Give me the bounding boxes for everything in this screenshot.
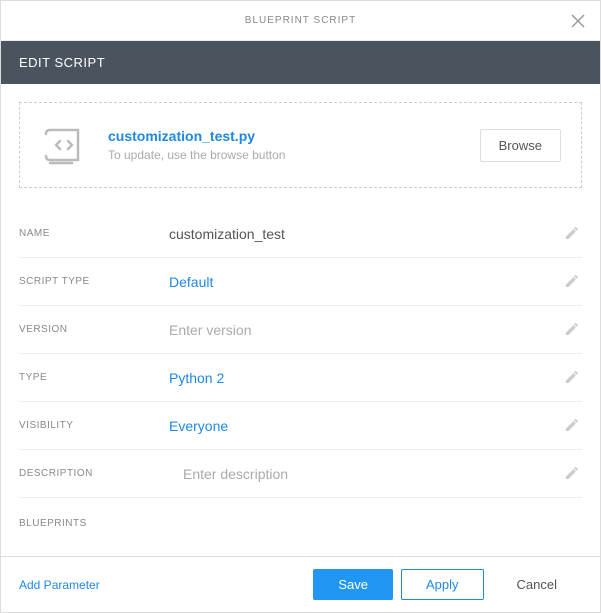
content-area[interactable]: customization_test.py To update, use the… [1,84,600,556]
pencil-icon [564,369,580,385]
edit-type-button[interactable] [564,369,582,387]
label-visibility: VISIBILITY [19,420,169,431]
blueprint-script-dialog: BLUEPRINT SCRIPT EDIT SCRIPT customizati… [0,0,601,613]
pencil-icon [564,321,580,337]
apply-button[interactable]: Apply [401,569,484,600]
file-hint: To update, use the browse button [108,148,480,162]
dialog-footer: Add Parameter Save Apply Cancel [1,556,600,612]
row-visibility: VISIBILITY Everyone [19,402,582,450]
file-info: customization_test.py To update, use the… [108,128,480,162]
value-description[interactable]: Enter description [169,466,554,482]
row-version: VERSION Enter version [19,306,582,354]
edit-visibility-button[interactable] [564,417,582,435]
label-name: NAME [19,228,169,239]
row-description: DESCRIPTION Enter description [19,450,582,498]
pencil-icon [564,417,580,433]
value-script-type[interactable]: Default [169,274,554,290]
row-name: NAME customization_test [19,210,582,258]
label-version: VERSION [19,324,169,335]
label-type: TYPE [19,372,169,383]
dialog-title: BLUEPRINT SCRIPT [245,15,356,26]
value-type[interactable]: Python 2 [169,370,554,386]
value-version[interactable]: Enter version [169,322,554,338]
add-parameter-link[interactable]: Add Parameter [19,578,100,592]
label-script-type: SCRIPT TYPE [19,276,169,287]
row-script-type: SCRIPT TYPE Default [19,258,582,306]
pencil-icon [564,465,580,481]
close-icon [571,14,585,28]
section-header: EDIT SCRIPT [1,41,600,84]
cancel-button[interactable]: Cancel [492,569,582,600]
pencil-icon [564,273,580,289]
row-type: TYPE Python 2 [19,354,582,402]
browse-button[interactable]: Browse [480,129,561,162]
edit-name-button[interactable] [564,225,582,243]
close-button[interactable] [568,11,588,31]
edit-description-button[interactable] [564,465,582,483]
label-description: DESCRIPTION [19,468,169,479]
file-name: customization_test.py [108,128,480,144]
save-button[interactable]: Save [313,569,393,600]
file-upload-box: customization_test.py To update, use the… [19,102,582,188]
edit-version-button[interactable] [564,321,582,339]
edit-script-type-button[interactable] [564,273,582,291]
script-file-icon [40,121,88,169]
dialog-header: BLUEPRINT SCRIPT [1,1,600,41]
value-visibility[interactable]: Everyone [169,418,554,434]
blueprints-section-label: BLUEPRINTS [19,498,582,537]
pencil-icon [564,225,580,241]
value-name[interactable]: customization_test [169,226,554,242]
